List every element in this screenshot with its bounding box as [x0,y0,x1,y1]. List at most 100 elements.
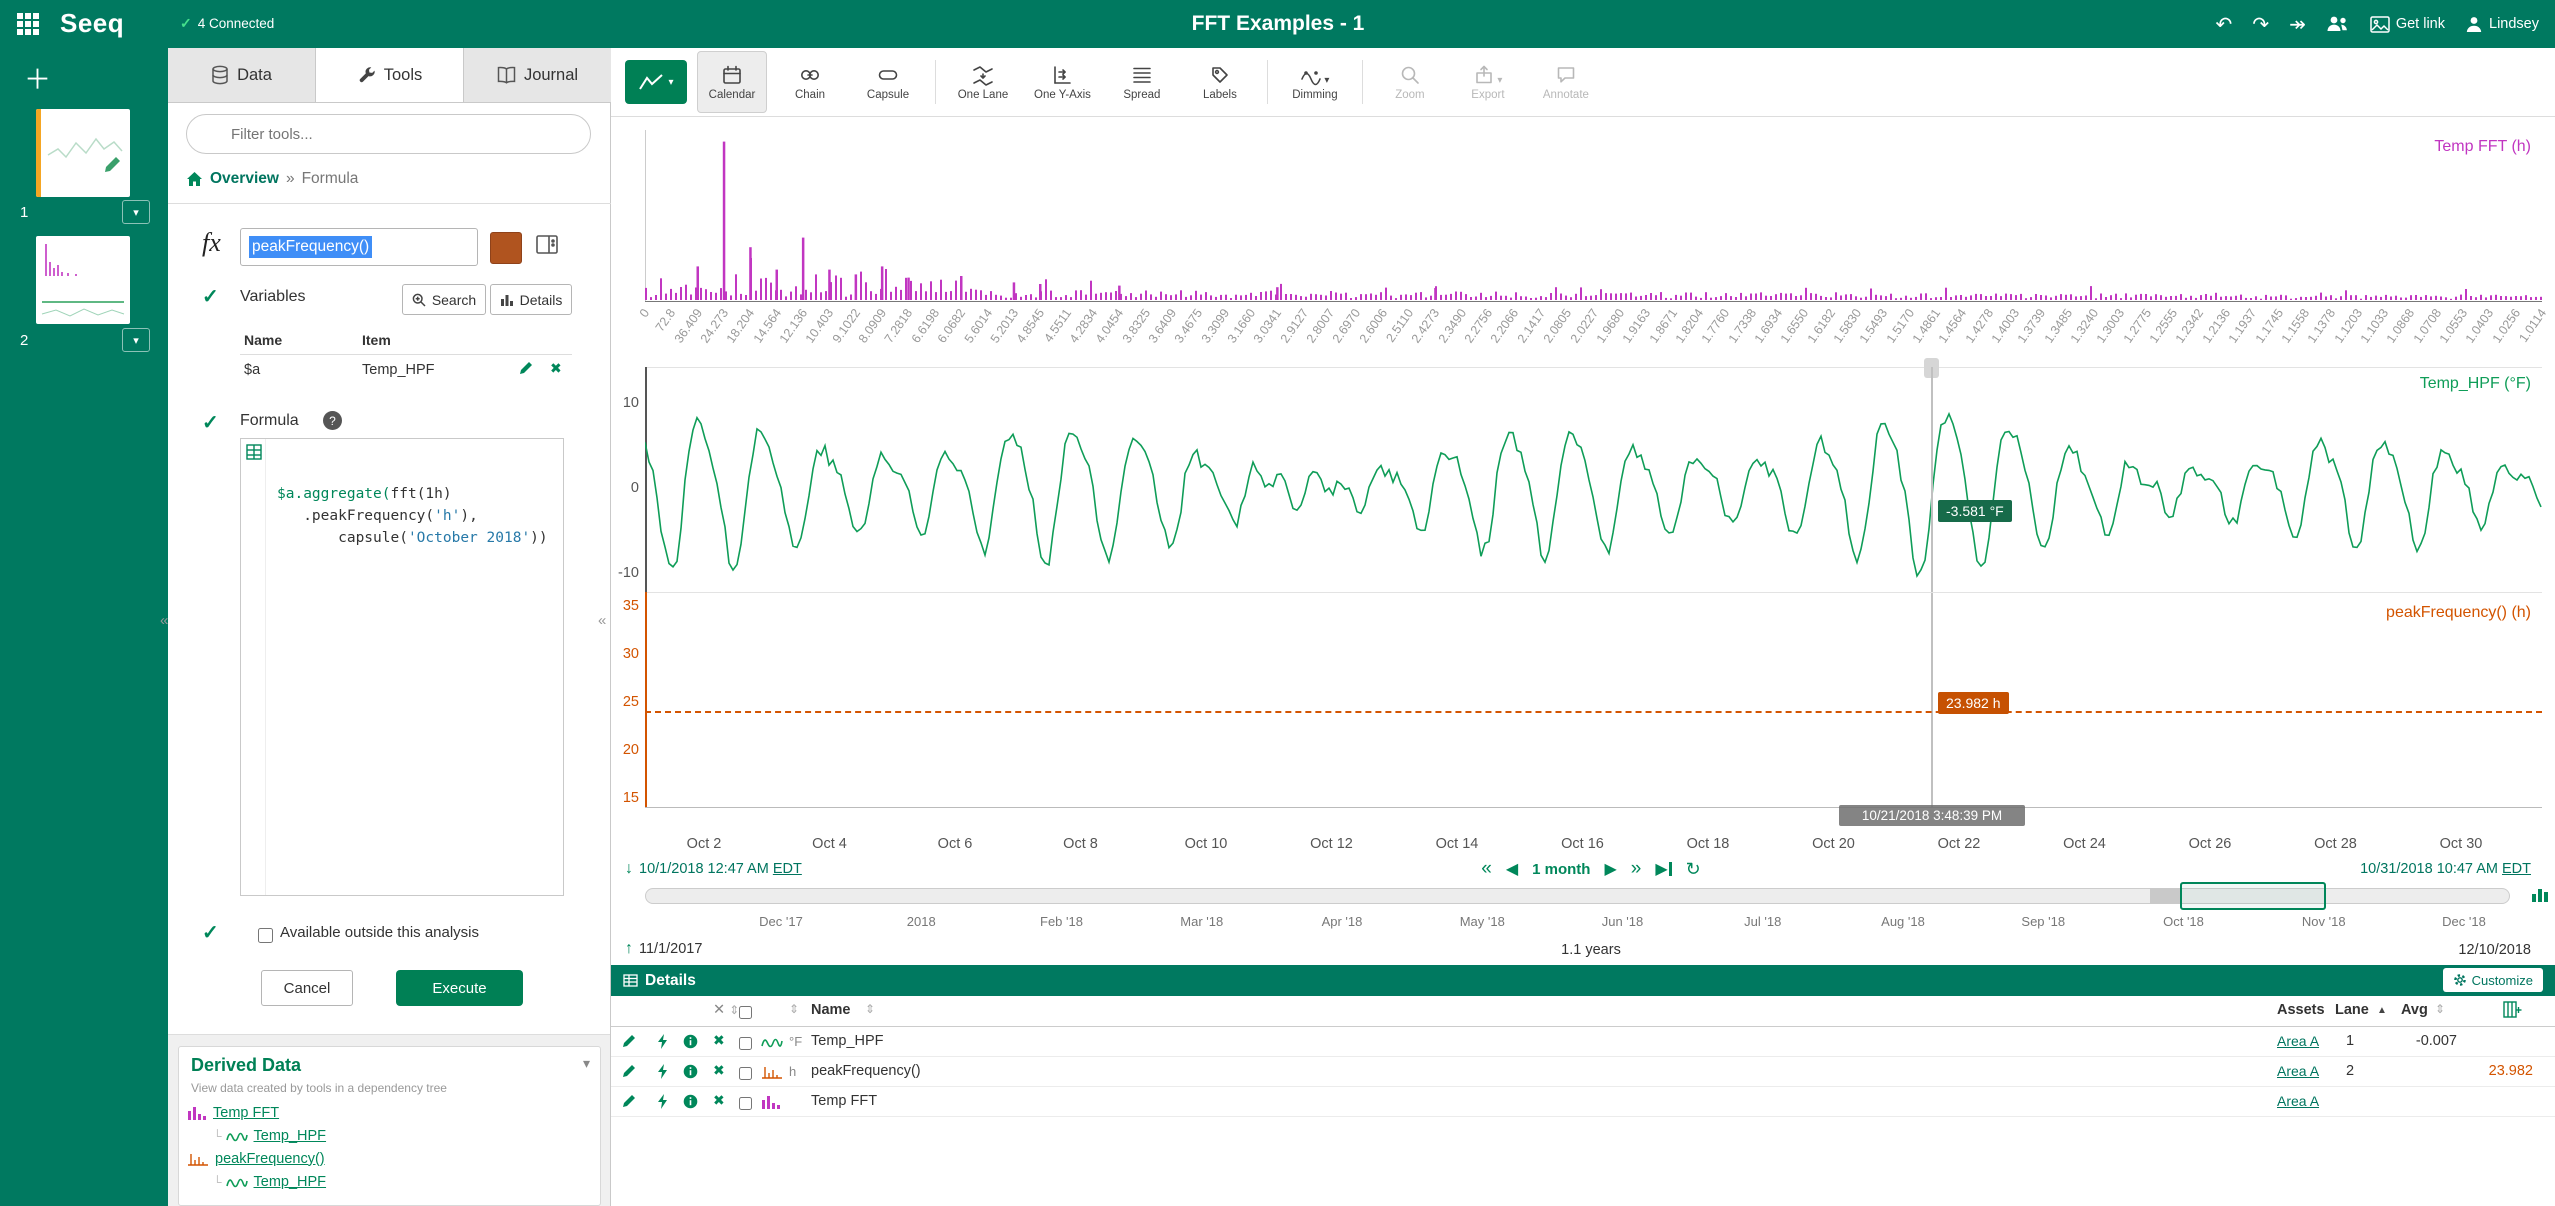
assets-column-header[interactable]: Assets [2277,1002,2325,1018]
toolbar-zoom-button[interactable]: Zoom [1375,51,1445,113]
row-select-checkbox[interactable] [739,1067,752,1080]
info-icon[interactable] [683,1094,698,1109]
execute-button[interactable]: Execute [396,970,523,1006]
select-all-checkbox[interactable] [739,1006,752,1019]
add-column-icon[interactable] [2503,1001,2522,1018]
worksheet-thumbnail-2[interactable] [36,236,130,324]
formula-code-editor[interactable]: $a.aggregate(fft(1h) .peakFrequency('h')… [240,438,564,896]
timeline-month-label: Dec '17 [736,914,826,929]
range-duration-label[interactable]: 1 month [1532,861,1590,878]
panel-resize-handle-right[interactable]: « [598,612,606,629]
panel-resize-handle-left[interactable]: « [160,612,168,629]
tab-tools[interactable]: Tools [316,48,464,102]
derived-item-link[interactable]: Temp_HPF [254,1128,327,1144]
remove-item-icon[interactable]: ✖ [713,1092,725,1109]
timeline-scroll-segment[interactable] [2150,888,2180,904]
cursor-line[interactable] [1931,367,1933,807]
sort-icon[interactable]: ⇕ [789,1002,799,1016]
range-refresh-button[interactable]: ↻ [1686,859,1701,880]
timeline-selected-region[interactable] [2180,882,2326,910]
app-grid-icon[interactable] [16,12,40,36]
trend-toggle-icon[interactable] [657,1034,669,1049]
derived-item-link[interactable]: Temp_HPF [254,1174,327,1190]
formula-help-icon[interactable]: ? [323,411,342,430]
toolbar-one-lane-button[interactable]: One Lane [948,51,1018,113]
row-select-checkbox[interactable] [739,1097,752,1110]
remove-all-column-header[interactable]: ✕ ⇕ [713,1002,739,1018]
toolbar-chain-button[interactable]: Chain [775,51,845,113]
info-icon[interactable] [683,1064,698,1079]
tab-journal[interactable]: Journal [464,48,611,102]
undo-button[interactable]: ↶ [2216,12,2233,37]
sort-icon[interactable]: ⇕ [865,1002,875,1016]
add-worksheet-button[interactable]: ＋ [24,58,51,97]
toolbar-capsule-button[interactable]: Capsule [853,51,923,113]
display-range-start[interactable]: ↓ 10/1/2018 12:47 AM EDT [625,860,802,878]
remove-item-icon[interactable]: ✖ [713,1062,725,1079]
variable-details-button[interactable]: Details [490,284,572,315]
asset-link[interactable]: Area A [2277,1063,2319,1079]
toolbar-one-y-axis-button[interactable]: One Y-Axis [1026,51,1099,113]
range-rewind-button[interactable]: « [1481,858,1492,880]
name-column-header[interactable]: Name [811,1002,851,1018]
derived-item-link[interactable]: Temp FFT [213,1105,279,1121]
cancel-button[interactable]: Cancel [261,970,353,1006]
breadcrumb-overview-link[interactable]: Overview [210,170,279,188]
row-select-checkbox[interactable] [739,1037,752,1050]
customize-button[interactable]: Customize [2443,968,2543,992]
info-icon[interactable] [683,1034,698,1049]
trend-toggle-icon[interactable] [657,1064,669,1079]
color-swatch-button[interactable] [490,232,522,264]
edit-item-icon[interactable] [621,1034,636,1049]
toolbar-spread-button[interactable]: Spread [1107,51,1177,113]
toolbar-dimming-button[interactable]: ▾Dimming [1280,51,1350,113]
asset-link[interactable]: Area A [2277,1093,2319,1109]
worksheet-2-menu-chevron[interactable]: ▾ [122,328,150,352]
timeline-options-icon[interactable] [2531,885,2549,903]
edit-variable-icon[interactable] [518,361,533,376]
formula-name-input[interactable]: peakFrequency() [240,228,478,266]
sort-icon[interactable]: ⇕ [2435,1002,2445,1016]
edit-item-icon[interactable] [621,1064,636,1079]
lane-column-header[interactable]: Lane [2335,1002,2369,1018]
toolbar-annotate-button[interactable]: Annotate [1531,51,1601,113]
user-menu[interactable]: Lindsey [2465,15,2539,33]
avg-column-header[interactable]: Avg [2401,1002,2428,1018]
display-range-end[interactable]: 10/31/2018 10:47 AM EDT [2360,860,2531,877]
seeq-logo[interactable]: Seeq [60,8,124,39]
range-start-tz[interactable]: EDT [773,861,802,877]
range-fast-forward-button[interactable]: » [1631,858,1642,880]
connected-label: 4 Connected [198,16,275,31]
collaborators-icon[interactable] [2326,14,2350,34]
expand-panel-icon[interactable] [534,232,560,258]
investigate-range-start[interactable]: ↑ 11/1/2017 [625,940,702,958]
remove-item-icon[interactable]: ✖ [713,1032,725,1049]
derived-data-collapse-chevron[interactable]: ▾ [583,1055,590,1072]
trend-toggle-icon[interactable] [657,1094,669,1109]
range-end-tz[interactable]: EDT [2502,861,2531,877]
redo-button[interactable]: ↷ [2252,12,2269,37]
range-step-back-button[interactable]: ◀ [1506,859,1518,879]
available-outside-checkbox[interactable] [258,928,273,943]
edit-item-icon[interactable] [621,1094,636,1109]
toolbar-export-button[interactable]: ▾Export [1453,51,1523,113]
get-link-button[interactable]: Get link [2370,16,2445,33]
view-selector-button[interactable]: ▾ [625,60,687,104]
sort-asc-icon[interactable]: ▲ [2377,1005,2387,1016]
tab-data[interactable]: Data [168,48,316,102]
agents-connected-status[interactable]: ✓ 4 Connected [180,15,274,32]
toolbar-item-label: One Lane [958,89,1009,101]
worksheet-1-menu-chevron[interactable]: ▾ [122,200,150,224]
derived-item-link[interactable]: peakFrequency() [215,1151,325,1167]
filter-tools-input[interactable] [186,114,591,154]
toolbar-labels-button[interactable]: Labels [1185,51,1255,113]
asset-link[interactable]: Area A [2277,1033,2319,1049]
range-skip-to-end-button[interactable]: ▶ [1655,859,1671,879]
range-step-forward-button[interactable]: ▶ [1604,859,1616,879]
forward-history-button[interactable]: ↠ [2289,12,2306,37]
variable-search-button[interactable]: Search [402,284,486,315]
toolbar-calendar-button[interactable]: Calendar [697,51,767,113]
remove-variable-icon[interactable]: ✖ [550,360,562,377]
time-x-axis-line [645,807,2542,808]
worksheet-thumbnail-1[interactable] [36,109,130,197]
